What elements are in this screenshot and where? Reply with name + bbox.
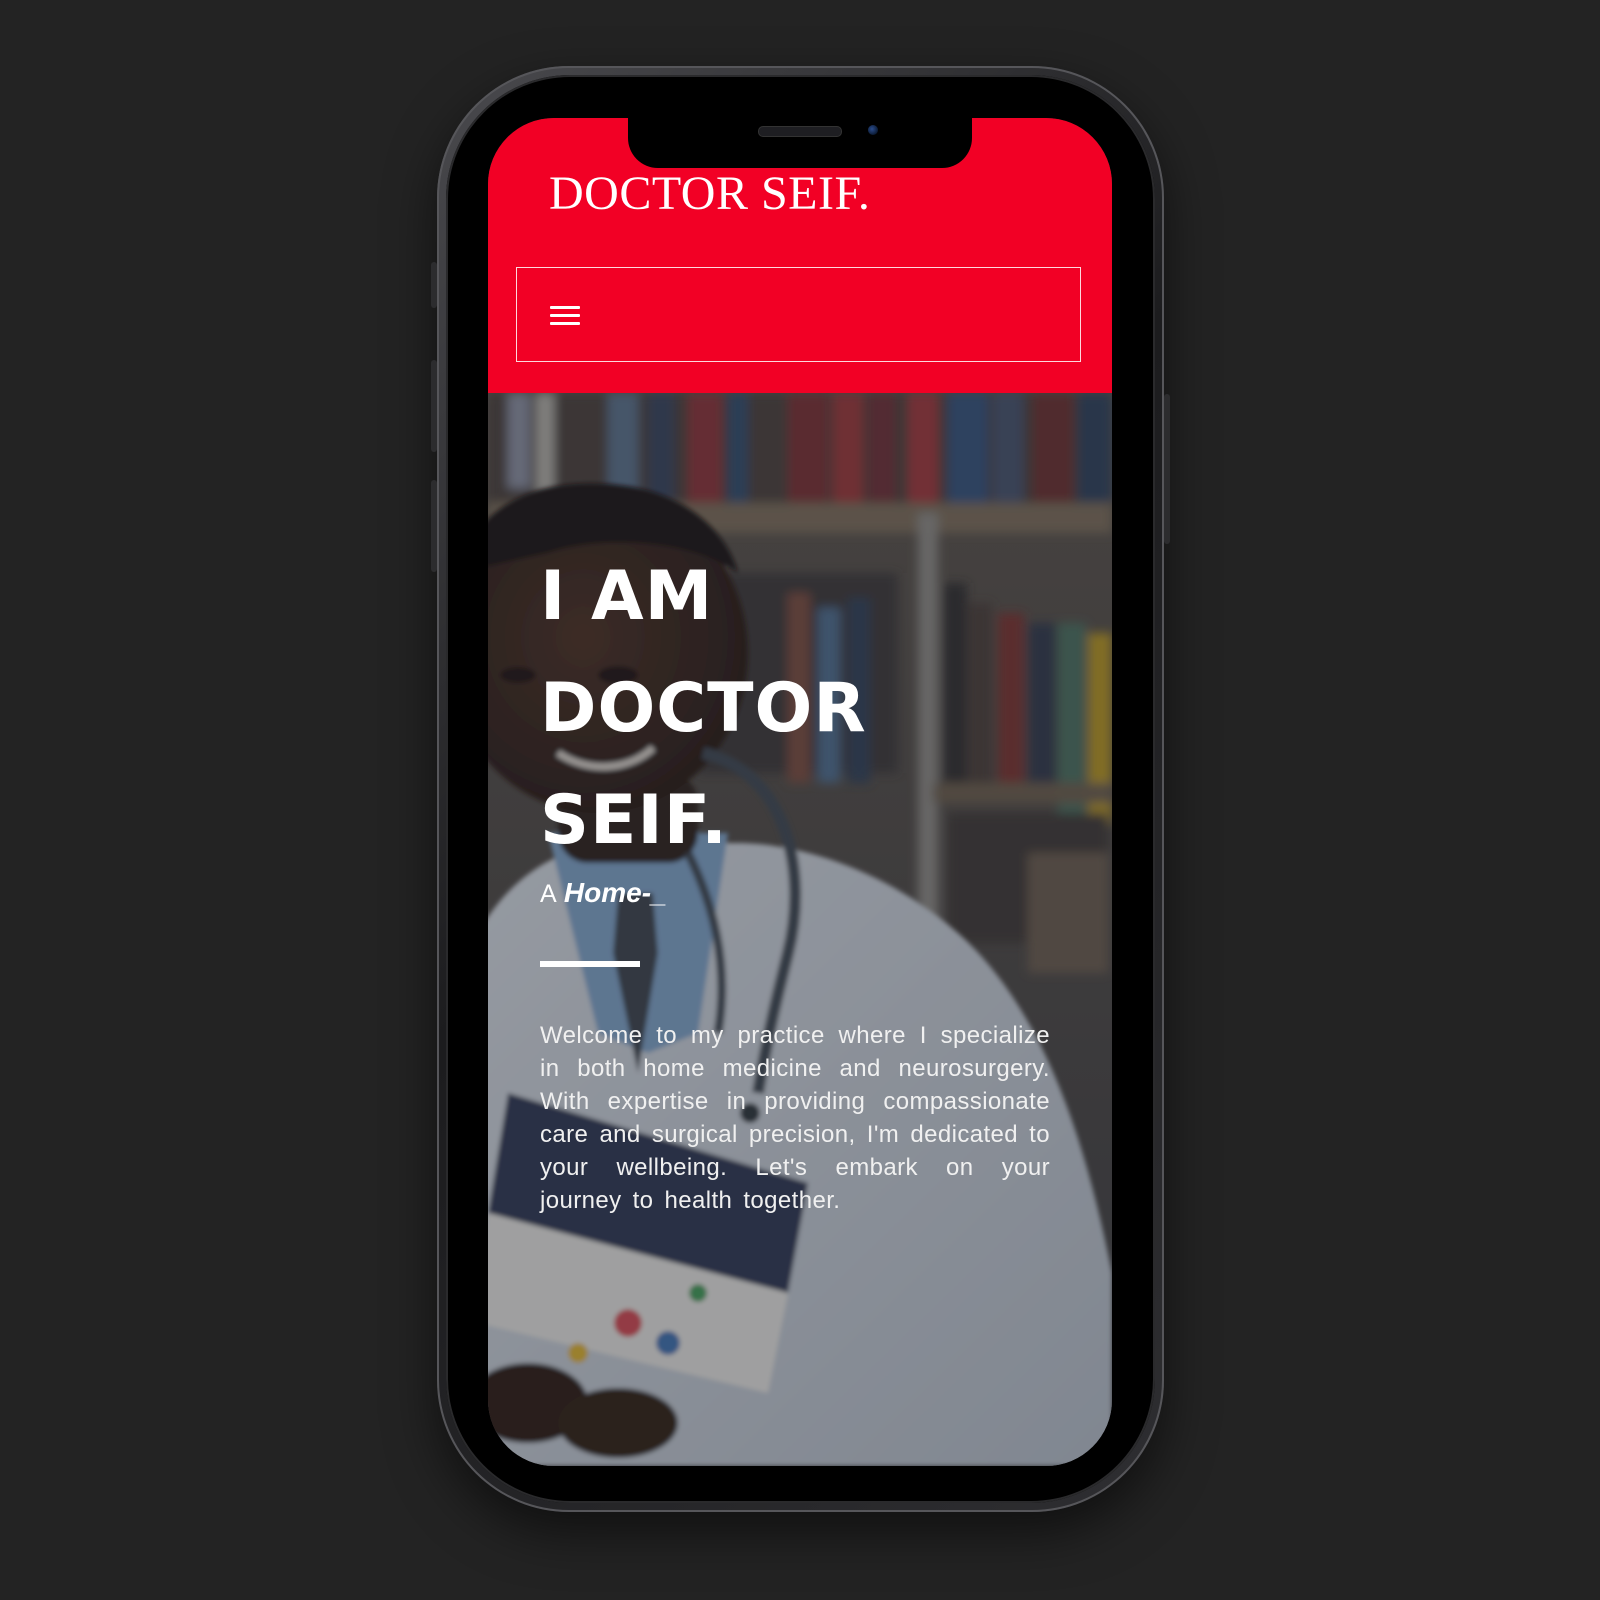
- hero-subtitle: A Home-_: [540, 877, 667, 909]
- speaker-icon: [758, 126, 842, 137]
- typed-text: Home-_: [563, 877, 667, 908]
- site-brand[interactable]: DOCTOR SEIF.: [549, 166, 870, 221]
- hero-title-line: SEIF.: [540, 781, 729, 860]
- hero-title-line: I AM: [540, 557, 714, 636]
- volume-up-button: [431, 360, 437, 452]
- hero-title-line: DOCTOR: [540, 669, 867, 748]
- power-button: [1164, 394, 1170, 544]
- phone-notch: [628, 118, 972, 168]
- hamburger-menu-icon[interactable]: [550, 306, 580, 326]
- hero-divider: [540, 961, 640, 967]
- hero-section: I AM DOCTOR SEIF. A Home-_ Welcome to my…: [488, 393, 1112, 1466]
- silent-switch: [431, 262, 437, 308]
- volume-down-button: [431, 480, 437, 572]
- subtitle-prefix: A: [540, 880, 557, 908]
- camera-icon: [868, 125, 878, 135]
- intro-paragraph: Welcome to my practice where I specializ…: [540, 1022, 1050, 1214]
- phone-screen: DOCTOR SEIF. I AM DOCTOR SEIF. A Home-_ …: [488, 118, 1112, 1466]
- mobile-nav-bar: [516, 267, 1081, 362]
- hero-title: I AM DOCTOR SEIF.: [540, 541, 1060, 877]
